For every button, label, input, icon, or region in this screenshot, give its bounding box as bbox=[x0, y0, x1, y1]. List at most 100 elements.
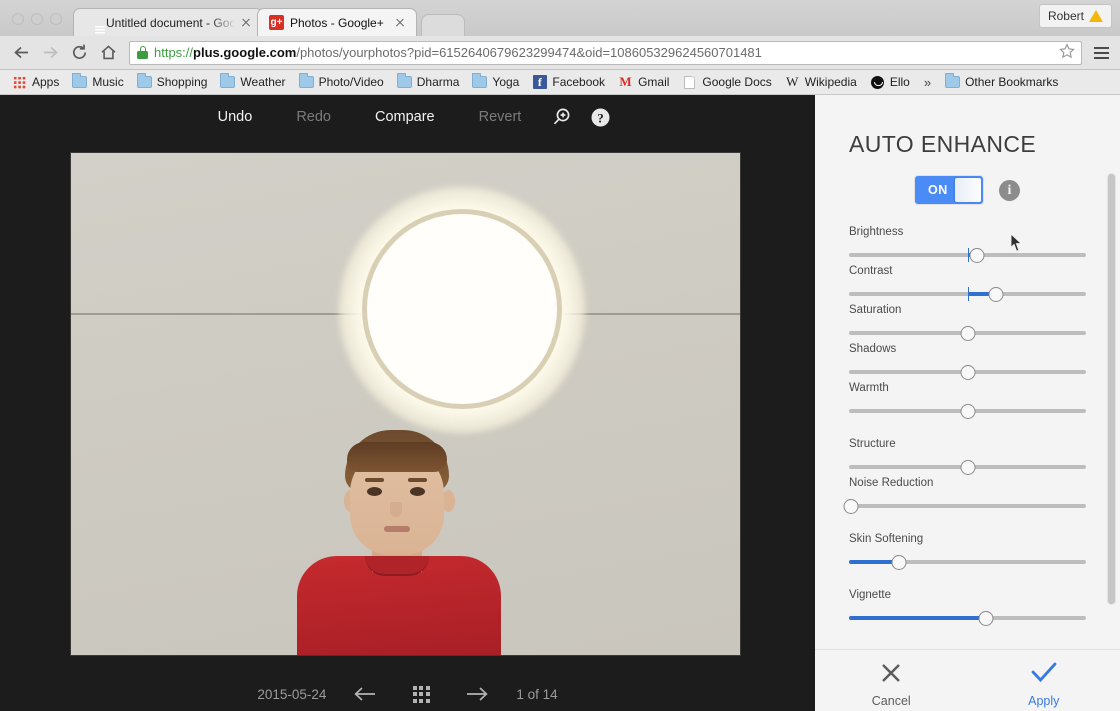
bookmark-shopping[interactable]: Shopping bbox=[131, 73, 214, 91]
slider-label: Saturation bbox=[849, 304, 902, 316]
slider-knob[interactable] bbox=[960, 326, 975, 341]
apps-grid-icon bbox=[12, 75, 27, 89]
slider-shadows: Shadows bbox=[849, 343, 1086, 382]
hamburger-menu-icon[interactable] bbox=[1090, 40, 1112, 66]
apply-label: Apply bbox=[1028, 693, 1060, 708]
reload-icon[interactable] bbox=[66, 40, 92, 66]
panel-scrollbar[interactable] bbox=[1107, 173, 1116, 605]
slider-track[interactable] bbox=[849, 364, 1086, 380]
profile-name: Robert bbox=[1047, 9, 1084, 23]
google-plus-icon: g+ bbox=[269, 15, 284, 30]
slider-label: Vignette bbox=[849, 589, 891, 601]
bookmark-facebook[interactable]: f Facebook bbox=[526, 73, 611, 91]
wikipedia-icon: W bbox=[786, 74, 799, 89]
slider-track[interactable] bbox=[843, 498, 1086, 514]
slider-center-tick bbox=[967, 287, 969, 301]
slider-track[interactable] bbox=[849, 554, 1086, 570]
toggle-state-label: ON bbox=[928, 183, 948, 197]
bookmarks-overflow-chevron[interactable]: » bbox=[917, 75, 938, 90]
slider-structure: Structure bbox=[849, 438, 1086, 477]
close-x-icon bbox=[878, 660, 904, 691]
bookmark-label: Ello bbox=[889, 75, 910, 89]
bookmark-google-docs[interactable]: Google Docs bbox=[676, 73, 777, 91]
slider-track[interactable] bbox=[849, 286, 1086, 302]
slider-label: Structure bbox=[849, 438, 896, 450]
tab-untitled-document[interactable]: Untitled document - Goog bbox=[73, 8, 263, 36]
slider-knob[interactable] bbox=[960, 365, 975, 380]
undo-button[interactable]: Undo bbox=[196, 104, 275, 130]
toggle-knob[interactable] bbox=[955, 178, 981, 202]
profile-button[interactable]: Robert bbox=[1038, 4, 1112, 28]
slider-track[interactable] bbox=[849, 610, 1086, 626]
info-icon[interactable]: i bbox=[999, 179, 1020, 201]
slider-knob[interactable] bbox=[988, 287, 1004, 302]
warning-triangle-icon bbox=[1089, 10, 1103, 22]
slider-knob[interactable] bbox=[960, 460, 975, 475]
bookmark-music[interactable]: Music bbox=[66, 73, 129, 91]
photo-canvas[interactable] bbox=[70, 152, 741, 656]
tab-title-fade bbox=[210, 10, 236, 36]
compare-button[interactable]: Compare bbox=[353, 104, 457, 130]
slider-track[interactable] bbox=[849, 325, 1086, 341]
photo-date: 2015-05-24 bbox=[257, 686, 327, 702]
slider-label: Brightness bbox=[849, 226, 904, 238]
slider-knob[interactable] bbox=[978, 611, 994, 626]
slider-label: Noise Reduction bbox=[849, 477, 934, 489]
panel-scroll-area: AUTO ENHANCE ON i Brightness Contrast Sa… bbox=[815, 95, 1120, 649]
slider-track[interactable] bbox=[849, 247, 1086, 263]
bookmark-label: Dharma bbox=[416, 75, 460, 89]
slider-label: Contrast bbox=[849, 265, 893, 277]
bookmark-gmail[interactable]: M Gmail bbox=[612, 73, 675, 91]
bookmark-wikipedia[interactable]: W Wikipedia bbox=[779, 73, 863, 91]
back-arrow-icon[interactable] bbox=[8, 40, 34, 66]
slider-vignette: Vignette bbox=[849, 589, 1086, 628]
apply-button[interactable]: Apply bbox=[968, 660, 1120, 708]
cancel-label: Cancel bbox=[871, 693, 911, 708]
url-text: https://plus.google.com/photos/yourphoto… bbox=[154, 45, 762, 60]
bookmark-other-bookmarks[interactable]: Other Bookmarks bbox=[939, 73, 1064, 91]
minimize-window-button[interactable] bbox=[31, 13, 43, 25]
tab-strip: Untitled document - Goog g+ Photos - Goo… bbox=[0, 0, 1120, 36]
right-arrow-icon[interactable] bbox=[460, 679, 494, 709]
bookmark-ello[interactable]: Ello bbox=[864, 73, 916, 91]
slider-brightness: Brightness bbox=[849, 226, 1086, 265]
slider-knob[interactable] bbox=[891, 555, 907, 570]
grid-view-icon[interactable] bbox=[404, 679, 438, 709]
folder-icon bbox=[472, 75, 488, 89]
auto-enhance-toggle[interactable]: ON bbox=[915, 176, 983, 204]
maximize-window-button[interactable] bbox=[50, 13, 62, 25]
bookmark-label: Wikipedia bbox=[804, 75, 857, 89]
bookmark-label: Shopping bbox=[156, 75, 208, 89]
slider-knob[interactable] bbox=[843, 499, 859, 514]
close-icon[interactable] bbox=[238, 15, 254, 31]
photo-subject-boy bbox=[289, 430, 509, 655]
help-icon[interactable]: ? bbox=[581, 102, 619, 132]
bookmark-dharma[interactable]: Dharma bbox=[391, 73, 466, 91]
cancel-button[interactable]: Cancel bbox=[815, 660, 968, 708]
home-icon[interactable] bbox=[95, 40, 121, 66]
zoom-in-icon[interactable] bbox=[543, 102, 581, 132]
slider-knob[interactable] bbox=[960, 404, 975, 419]
star-icon[interactable] bbox=[1059, 43, 1075, 62]
slider-track[interactable] bbox=[849, 403, 1086, 419]
slider-knob[interactable] bbox=[969, 248, 985, 263]
bookmark-photo-video[interactable]: Photo/Video bbox=[293, 73, 390, 91]
bookmark-apps[interactable]: Apps bbox=[6, 73, 65, 91]
slider-warmth: Warmth bbox=[849, 382, 1086, 421]
forward-arrow-icon bbox=[37, 40, 63, 66]
bookmark-yoga[interactable]: Yoga bbox=[466, 73, 525, 91]
bookmark-weather[interactable]: Weather bbox=[214, 73, 291, 91]
folder-icon bbox=[220, 75, 236, 89]
address-bar[interactable]: https://plus.google.com/photos/yourphoto… bbox=[129, 40, 1082, 65]
gmail-icon: M bbox=[619, 74, 632, 89]
new-tab-button[interactable] bbox=[421, 14, 465, 36]
checkmark-icon bbox=[1030, 660, 1058, 691]
left-arrow-icon[interactable] bbox=[348, 679, 382, 709]
tab-photos-google-plus[interactable]: g+ Photos - Google+ bbox=[257, 8, 417, 36]
close-window-button[interactable] bbox=[12, 13, 24, 25]
bookmark-label: Other Bookmarks bbox=[965, 75, 1059, 89]
slider-label: Warmth bbox=[849, 382, 889, 394]
folder-icon bbox=[298, 75, 314, 89]
close-icon[interactable] bbox=[392, 15, 408, 31]
slider-track[interactable] bbox=[849, 459, 1086, 475]
